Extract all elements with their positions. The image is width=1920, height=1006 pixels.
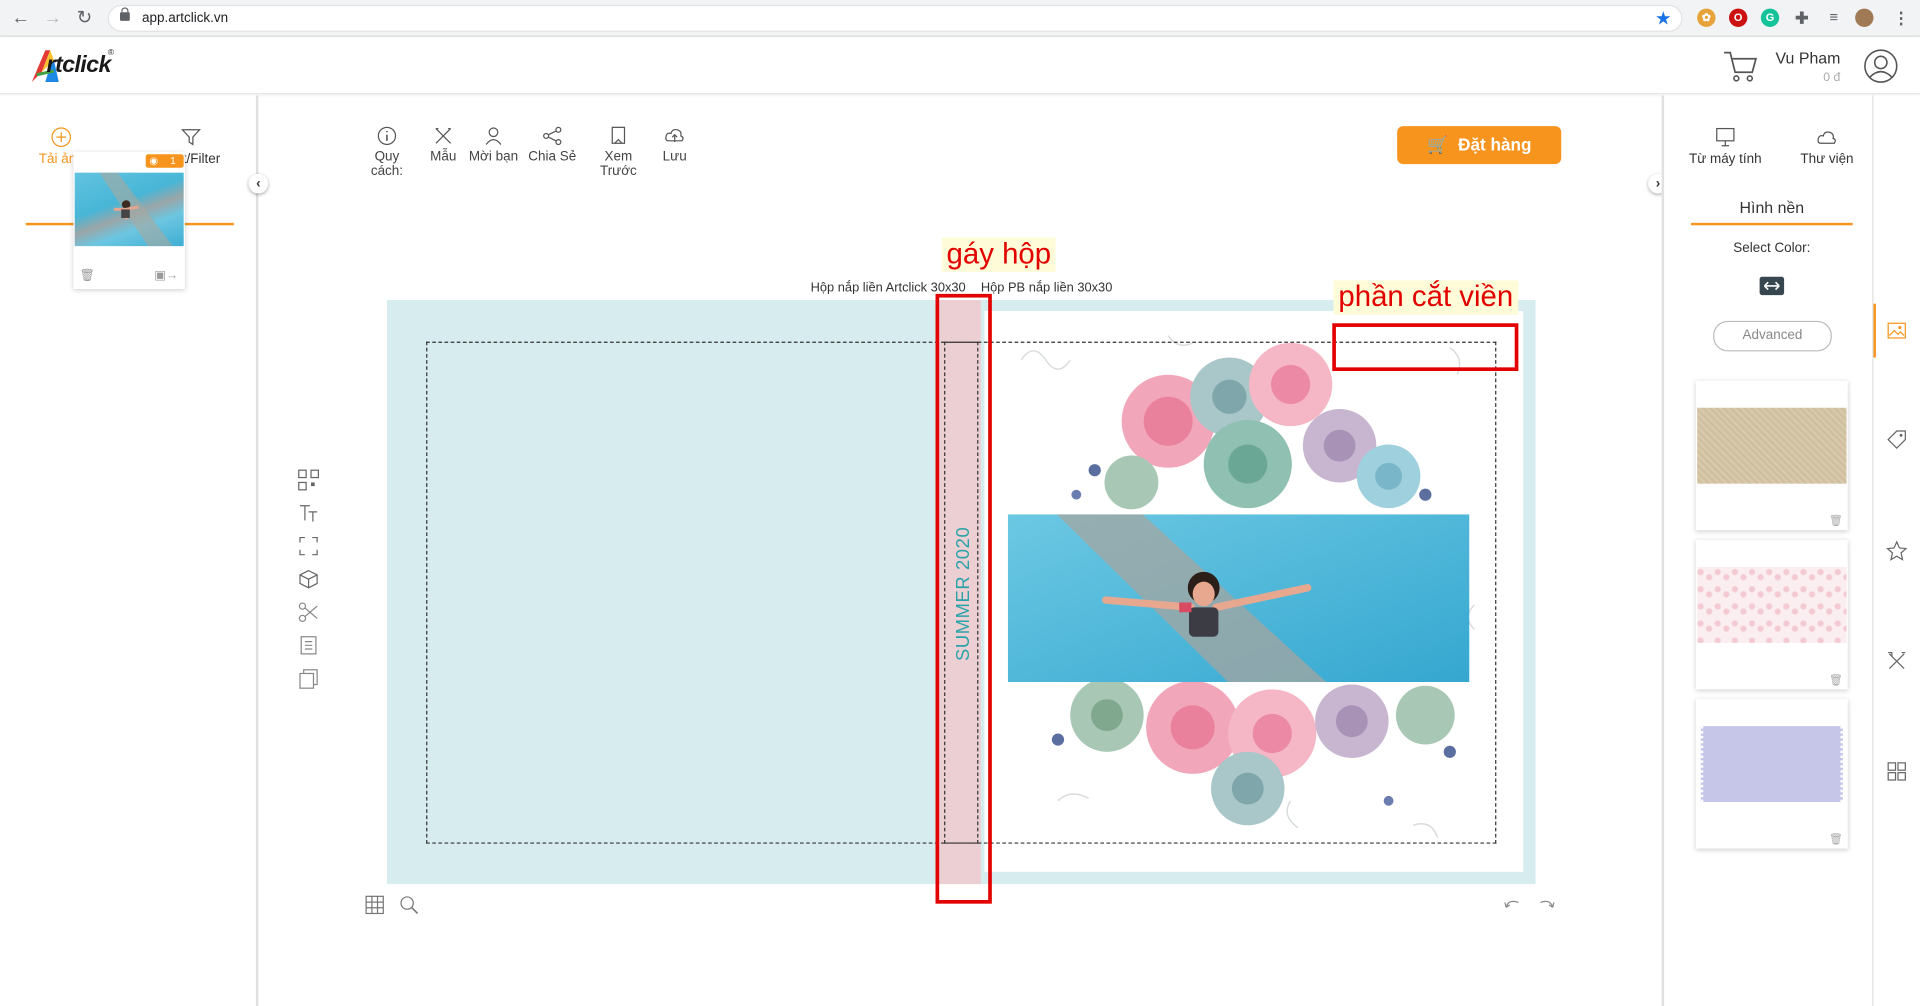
advanced-button[interactable]: Advanced [1713, 320, 1832, 352]
back-icon[interactable]: ← [10, 7, 32, 29]
grid-layout-icon[interactable] [1886, 760, 1908, 782]
url-text: app.artclick.vn [142, 11, 229, 26]
registered-mark: ® [107, 48, 115, 58]
document-icon[interactable] [298, 634, 320, 656]
plus-circle-icon [51, 127, 72, 147]
background-option-floral[interactable]: 🗑 [1695, 540, 1848, 690]
monitor-icon [1716, 127, 1735, 147]
user-balance: 0 đ [1823, 71, 1841, 85]
delete-icon[interactable]: 🗑 [80, 269, 96, 282]
tab-from-computer-label: Từ máy tính [1688, 151, 1762, 167]
preview-icon [611, 126, 626, 144]
text-size-icon[interactable] [298, 502, 320, 524]
trim-annotation: phần cắt viền [1333, 280, 1519, 315]
profile-icon[interactable] [1855, 8, 1874, 27]
browser-toolbar: ← → ↻ app.artclick.vn ★ ✿ O G ✚ ≡ ⋮ [0, 0, 1920, 37]
address-bar[interactable]: app.artclick.vn ★ [107, 4, 1683, 32]
toolbar-save-label: Lưu [662, 149, 687, 165]
select-color-label: Select Color: [1733, 241, 1811, 256]
usage-count: 1 [170, 155, 176, 167]
logo-text: rtclick [46, 52, 112, 79]
toolbar-invite-label: Mời bạn [468, 149, 519, 165]
forward-icon[interactable]: → [42, 7, 64, 29]
3d-box-icon[interactable] [298, 568, 320, 590]
usage-badge: ◉ 1 [145, 154, 184, 168]
extension-icon[interactable]: ✿ [1697, 8, 1716, 27]
redo-icon[interactable] [1538, 898, 1555, 910]
toolbar-preview[interactable]: Xem Trước [585, 125, 651, 179]
background-panel-title: Hình nền [1739, 198, 1805, 217]
lock-icon [120, 7, 130, 21]
eye-icon: ◉ [149, 155, 158, 167]
star-icon[interactable] [1886, 540, 1908, 562]
cart-button-icon: 🛒 [1426, 134, 1449, 155]
thumbnail-image[interactable] [74, 172, 184, 247]
order-button-label: Đặt hàng [1458, 134, 1532, 155]
image-icon[interactable] [1886, 320, 1908, 342]
toolbar-specs[interactable]: Quy cách: [358, 125, 417, 179]
tab-from-computer[interactable]: Từ máy tính [1686, 126, 1764, 167]
tag-icon[interactable] [1886, 429, 1908, 451]
copy-pages-icon[interactable] [298, 667, 320, 689]
toolbar-share[interactable]: Chia Sẻ [528, 125, 577, 164]
background-underline [1691, 222, 1853, 226]
add-to-page-icon[interactable]: ▣→ [154, 269, 178, 282]
tab-library-label: Thư viện [1800, 151, 1854, 167]
spine-highlight [935, 293, 992, 904]
lavender-swatch [1700, 726, 1843, 803]
linen-swatch [1697, 407, 1847, 484]
order-button[interactable]: 🛒 Đặt hàng [1397, 126, 1562, 165]
floral-swatch [1697, 566, 1847, 643]
front-cover-label: Hộp PB nắp liền 30x30 [980, 280, 1113, 296]
reload-icon[interactable]: ↻ [73, 7, 95, 29]
zoom-icon[interactable] [399, 895, 419, 915]
toolbar-invite[interactable]: Mời bạn [467, 125, 521, 164]
rail-active-indicator [1873, 303, 1876, 358]
menu-icon[interactable]: ⋮ [1892, 9, 1910, 27]
toolbar-preview-label: Xem Trước [599, 149, 637, 179]
share-icon [543, 126, 562, 146]
info-icon [377, 126, 397, 146]
tab-library[interactable]: Thư viện [1795, 126, 1859, 167]
playlist-icon[interactable]: ≡ [1825, 9, 1843, 27]
background-option-linen[interactable]: 🗑 [1695, 380, 1848, 531]
grammarly-icon[interactable]: G [1760, 8, 1780, 27]
user-avatar-icon[interactable] [1862, 48, 1899, 85]
toolbar-share-label: Chia Sẻ [528, 149, 577, 165]
photo-thumbnail[interactable]: ◉ 1 🗑 ▣→ [73, 151, 185, 289]
cloud-icon [1817, 131, 1836, 144]
grid-toggle-icon[interactable] [365, 895, 385, 915]
background-option-lavender[interactable]: 🗑 [1695, 699, 1848, 849]
collapse-left-panel-icon[interactable]: ‹ [248, 173, 269, 194]
user-name[interactable]: Vu Pham [1776, 49, 1841, 67]
bookmark-star-icon[interactable]: ★ [1655, 7, 1671, 30]
scissors-icon[interactable] [298, 601, 320, 623]
delete-icon[interactable]: 🗑 [1829, 673, 1843, 686]
delete-icon[interactable]: 🗑 [1829, 833, 1843, 846]
puzzle-icon[interactable]: ✚ [1793, 9, 1811, 27]
delete-icon[interactable]: 🗑 [1829, 514, 1843, 527]
adblock-icon[interactable]: O [1728, 8, 1748, 27]
filter-icon [181, 129, 201, 146]
app-header: rtclick ® Vu Pham 0 đ [0, 37, 1920, 95]
upload-cloud-icon [665, 128, 684, 143]
crossed-tools-icon[interactable] [1886, 650, 1908, 672]
qr-code-icon[interactable] [298, 469, 320, 491]
toolbar-template-label: Mẫu [430, 149, 457, 165]
template-icon [435, 127, 452, 144]
color-swap-icon[interactable] [1758, 276, 1785, 297]
invite-icon [485, 127, 502, 145]
trim-highlight [1332, 323, 1519, 372]
toolbar-specs-label: Quy cách: [370, 149, 404, 179]
fullscreen-icon[interactable] [298, 535, 320, 557]
toolbar-save[interactable]: Lưu [659, 125, 691, 164]
cart-icon[interactable] [1722, 49, 1759, 83]
spine-annotation: gáy hộp [941, 237, 1057, 272]
undo-icon[interactable] [1504, 898, 1521, 910]
toolbar-template[interactable]: Mẫu [425, 125, 462, 164]
